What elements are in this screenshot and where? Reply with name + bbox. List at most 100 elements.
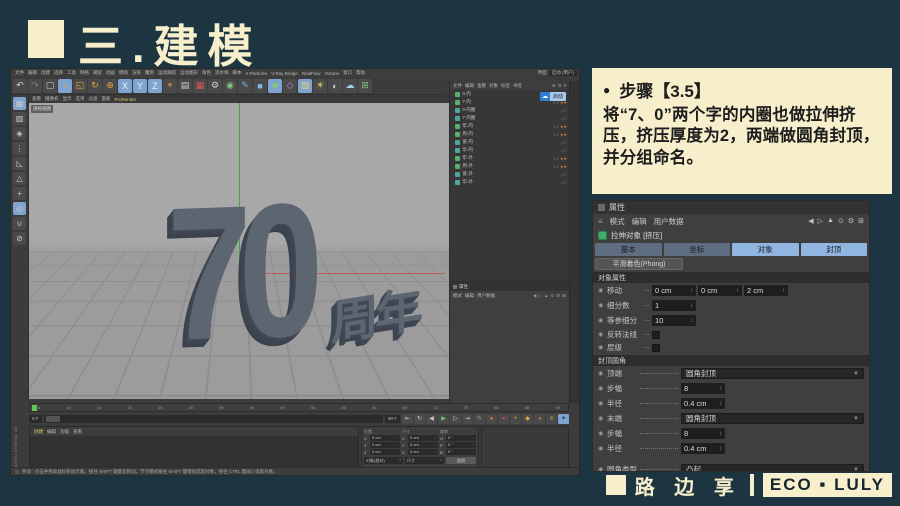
value-field[interactable]: 8↕ <box>681 428 725 439</box>
keyframe-dot-icon[interactable]: ◉ <box>598 287 607 294</box>
panel-icon[interactable]: ⊞ <box>858 217 864 225</box>
mograph-icon[interactable]: ⊞ <box>358 79 372 93</box>
deformer-icon[interactable]: ◇ <box>283 79 297 93</box>
tab-对象[interactable]: 对象 <box>732 243 799 256</box>
object-row[interactable]: ◦年-外▪✓➤➤ <box>450 154 569 162</box>
menu-item[interactable]: 功能 <box>60 429 69 435</box>
value-field[interactable]: 0.4 cm↕ <box>681 398 725 409</box>
menu-item[interactable]: 窗口 <box>343 70 352 76</box>
live-selection-icon[interactable]: ▢ <box>43 79 57 93</box>
view-label[interactable]: 透视视图 <box>31 105 53 113</box>
coord-field[interactable]: 0 cm↕ <box>408 449 438 455</box>
menu-item[interactable]: 编辑 <box>632 216 647 227</box>
value-field[interactable]: 0 cm↕ <box>652 285 696 296</box>
extrude-generator-icon[interactable]: ◆ <box>268 79 282 93</box>
object-row[interactable]: ◦诞-外▪✓ <box>450 170 569 178</box>
value-field[interactable]: 0 cm↕ <box>698 285 742 296</box>
texture-mode-icon[interactable]: ▨ <box>13 112 26 125</box>
menu-item[interactable]: 动画 <box>106 70 115 76</box>
menu-item[interactable]: 书签 <box>513 83 522 89</box>
menu-item[interactable]: 工具 <box>67 70 76 76</box>
menu-item[interactable]: 模式 <box>610 216 625 227</box>
menu-item[interactable]: 流水线 <box>215 70 229 76</box>
interface-dropdown[interactable]: 启动 (用户) <box>549 70 577 76</box>
menu-item[interactable]: 模拟 <box>119 70 128 76</box>
checkbox[interactable] <box>652 344 660 352</box>
menu-item[interactable]: 用户数据 <box>654 216 684 227</box>
checkbox[interactable] <box>652 331 660 339</box>
last-tool-icon[interactable]: ⊕ <box>103 79 117 93</box>
menu-item[interactable]: 标签 <box>501 83 510 89</box>
expand-icon[interactable]: ◦ <box>452 100 453 105</box>
coord-field[interactable]: 0 °↕ <box>446 435 476 441</box>
expand-icon[interactable]: ◦ <box>452 132 453 137</box>
keyframe-dot-icon[interactable]: ◉ <box>598 400 607 407</box>
object-row[interactable]: ◦华-内▪✓ <box>450 146 569 154</box>
menu-item[interactable]: 帮助 <box>356 70 365 76</box>
menu-item[interactable]: V-Ray Bridge <box>271 71 298 76</box>
expand-icon[interactable]: ◦ <box>452 124 453 129</box>
menu-item[interactable]: 脚本 <box>233 70 242 76</box>
keyframe-dot-icon[interactable]: ◉ <box>598 445 607 452</box>
panel-icon[interactable]: ◀ <box>808 217 813 225</box>
autokey-button[interactable]: ● <box>498 414 509 424</box>
value-field[interactable]: 10↕ <box>652 315 696 326</box>
menu-item[interactable]: 模式 <box>453 293 462 299</box>
expand-icon[interactable]: ◦ <box>452 140 453 145</box>
play-forward-button[interactable]: ▶ <box>438 414 449 424</box>
expand-icon[interactable]: ◦ <box>452 148 453 153</box>
object-row[interactable]: ◦周-内▪✓➤➤ <box>450 130 569 138</box>
dropdown[interactable]: 圆角封顶▼ <box>681 413 864 424</box>
key-scale-button[interactable]: ◆ <box>522 414 533 424</box>
menu-item[interactable]: 角色 <box>202 70 211 76</box>
key-rotation-button[interactable]: ◑ <box>534 414 545 424</box>
menu-item[interactable]: 对象 <box>489 83 498 89</box>
frame-start-field[interactable]: 0 F <box>29 415 42 423</box>
cube-primitive-icon[interactable]: ■ <box>253 79 267 93</box>
render-picture-viewer-icon[interactable]: ▦ <box>193 79 207 93</box>
subdivision-surface-icon[interactable]: ◉ <box>223 79 237 93</box>
expand-icon[interactable]: ◦ <box>452 156 453 161</box>
expand-icon[interactable]: ◦ <box>452 172 453 177</box>
coord-field[interactable]: 0 °↕ <box>446 449 476 455</box>
expand-icon[interactable]: ◦ <box>452 180 453 185</box>
lock-workplane-icon[interactable]: ⊘ <box>13 232 26 245</box>
menu-item[interactable]: 编辑 <box>465 83 474 89</box>
keyframe-dot-icon[interactable]: ◉ <box>598 344 607 351</box>
panel-icon[interactable]: ⊙ <box>838 217 844 225</box>
slider-handle[interactable] <box>46 416 60 422</box>
record-edit-button[interactable]: ✎ <box>474 414 485 424</box>
menu-item[interactable]: 查看 <box>32 96 41 102</box>
expand-icon[interactable]: ◦ <box>452 108 453 113</box>
go-to-end-button[interactable]: ⇥ <box>462 414 473 424</box>
menu-item[interactable]: 编辑 <box>28 70 37 76</box>
menu-item[interactable]: 创建 <box>41 70 50 76</box>
keyframe-dot-icon[interactable]: ◉ <box>598 331 607 338</box>
menu-item[interactable]: 捕捉 <box>93 70 102 76</box>
frame-end-field[interactable]: 90 F <box>385 415 400 423</box>
key-parameter-button[interactable]: ≡ <box>546 414 557 424</box>
object-header[interactable]: 拉伸对象 [挤压] <box>593 228 869 242</box>
edges-mode-icon[interactable]: ◺ <box>13 157 26 170</box>
menu-item[interactable]: ProRender <box>115 97 137 102</box>
material-ball-icon[interactable]: ◐ <box>328 79 342 93</box>
coord-field[interactable]: 0 °↕ <box>446 442 476 448</box>
keyframe-dot-icon[interactable]: ◉ <box>598 302 607 309</box>
object-row[interactable]: ◦年-内▪✓➤➤ <box>450 122 569 130</box>
menu-item[interactable]: 过滤 <box>89 96 98 102</box>
lock-y-axis-icon[interactable]: Y <box>133 79 147 93</box>
panel-icon[interactable]: ▷ <box>818 217 823 225</box>
value-field[interactable]: 1↕ <box>652 300 696 311</box>
light-icon[interactable]: ☀ <box>313 79 327 93</box>
points-mode-icon[interactable]: ⋮ <box>13 142 26 155</box>
menu-item[interactable]: RealFlow <box>302 71 321 76</box>
menu-item[interactable]: 面板 <box>102 96 111 102</box>
dropdown[interactable]: 圆角封顶▼ <box>681 368 864 379</box>
keyframe-dot-icon[interactable]: ◉ <box>598 415 607 422</box>
coord-field[interactable]: 0 cm↕ <box>408 442 438 448</box>
render-view-icon[interactable]: ▤ <box>178 79 192 93</box>
om-icon[interactable]: ⊕ <box>552 83 556 89</box>
panel-icon[interactable]: ▲ <box>544 293 548 299</box>
workplane-mode-icon[interactable]: ◈ <box>13 127 26 140</box>
coord-field[interactable]: 0 cm↕ <box>370 449 400 455</box>
